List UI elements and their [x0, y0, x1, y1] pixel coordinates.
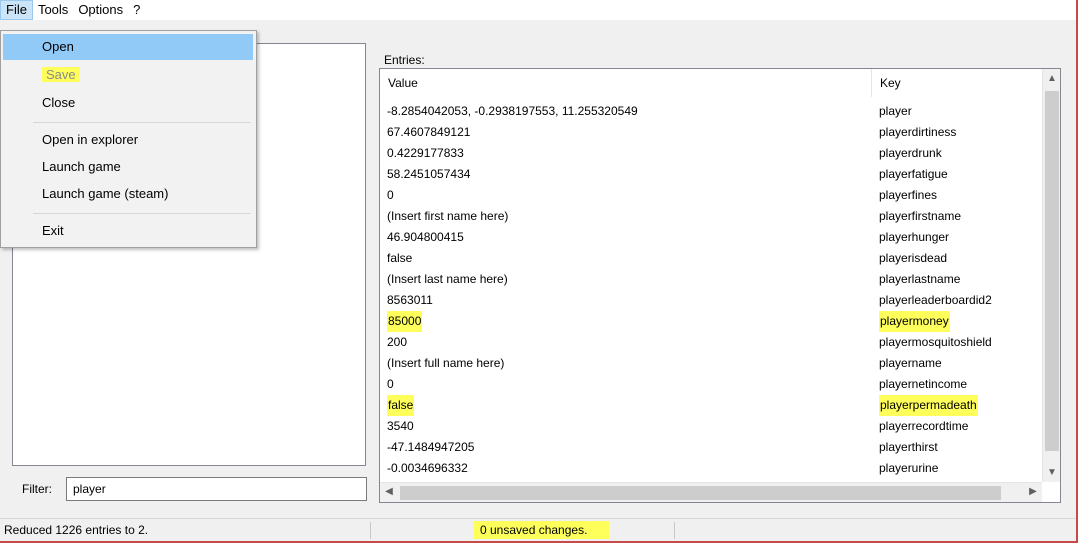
value-cell[interactable]: -8.2854042053, -0.2938197553, 11.2553205… [387, 101, 638, 122]
scroll-left-icon[interactable]: ◀ [380, 486, 398, 497]
value-cell[interactable]: 0 [387, 185, 394, 206]
key-cell[interactable]: player [879, 101, 912, 122]
menu-help[interactable]: ? [128, 0, 145, 20]
value-cell[interactable]: 200 [387, 332, 407, 353]
table-row[interactable]: -0.0034696332 playerurine [380, 458, 1042, 479]
menu-item-exit[interactable]: Exit [3, 218, 253, 244]
value-cell[interactable]: (Insert full name here) [387, 353, 504, 374]
key-cell[interactable]: playerdrunk [879, 143, 942, 164]
key-cell[interactable]: playerfirstname [879, 206, 961, 227]
vertical-scroll-thumb[interactable] [1045, 91, 1059, 451]
value-cell[interactable]: false [387, 395, 415, 416]
key-cell[interactable]: playername [879, 353, 942, 374]
entries-label: Entries: [384, 53, 425, 67]
horizontal-scrollbar[interactable]: ◀ ▶ [380, 482, 1042, 502]
key-cell[interactable]: playerhunger [879, 227, 949, 248]
menu-separator [33, 122, 251, 123]
table-row[interactable]: 8563011 playerleaderboardid2 [380, 290, 1042, 311]
menu-item-open-in-explorer[interactable]: Open in explorer [3, 127, 253, 153]
menu-separator [33, 213, 251, 214]
value-cell[interactable]: 85000 [387, 311, 423, 332]
menu-bar: File Tools Options ? [0, 0, 1076, 20]
key-cell[interactable]: playerisdead [879, 248, 947, 269]
key-cell[interactable]: playerpermadeath [879, 395, 978, 416]
table-row[interactable]: (Insert first name here) playerfirstname [380, 206, 1042, 227]
value-cell[interactable]: 67.4607849121 [387, 122, 470, 143]
menu-item-save-label: Save [42, 67, 80, 82]
key-cell[interactable]: playerlastname [879, 269, 960, 290]
value-cell[interactable]: false [387, 248, 412, 269]
entries-rows: -8.2854042053, -0.2938197553, 11.2553205… [380, 101, 1042, 479]
key-cell[interactable]: playerleaderboardid2 [879, 290, 992, 311]
menu-item-close[interactable]: Close [3, 90, 253, 116]
key-cell[interactable]: playernetincome [879, 374, 967, 395]
key-cell[interactable]: playerfines [879, 185, 937, 206]
menu-tools[interactable]: Tools [33, 0, 73, 20]
table-row[interactable]: 0.4229177833 playerdrunk [380, 143, 1042, 164]
status-unsaved-changes: 0 unsaved changes. [474, 521, 610, 539]
table-row[interactable]: 58.2451057434 playerfatigue [380, 164, 1042, 185]
scroll-up-icon[interactable]: ▲ [1043, 73, 1060, 84]
value-cell[interactable]: 0.4229177833 [387, 143, 464, 164]
value-cell[interactable]: -47.1484947205 [387, 437, 474, 458]
table-row[interactable]: -47.1484947205 playerthirst [380, 437, 1042, 458]
menu-item-open[interactable]: Open [3, 34, 253, 60]
table-row[interactable]: (Insert last name here) playerlastname [380, 269, 1042, 290]
status-bar: Reduced 1226 entries to 2. 0 unsaved cha… [0, 518, 1076, 541]
key-cell[interactable]: playermoney [879, 311, 950, 332]
table-row[interactable]: 67.4607849121 playerdirtiness [380, 122, 1042, 143]
table-row[interactable]: 200 playermosquitoshield [380, 332, 1042, 353]
menu-item-launch-game[interactable]: Launch game [3, 154, 253, 180]
menu-item-save[interactable]: Save [3, 62, 253, 88]
table-row[interactable]: false playerpermadeath [380, 395, 1042, 416]
key-cell[interactable]: playerthirst [879, 437, 938, 458]
value-cell[interactable]: 46.904800415 [387, 227, 464, 248]
status-divider [674, 522, 675, 539]
key-cell[interactable]: playerurine [879, 458, 938, 479]
table-row[interactable]: (Insert full name here) playername [380, 353, 1042, 374]
table-row[interactable]: 3540 playerrecordtime [380, 416, 1042, 437]
menu-file[interactable]: File [0, 0, 33, 20]
entries-table: Value Key -8.2854042053, -0.2938197553, … [379, 68, 1061, 503]
table-row[interactable]: 85000 playermoney [380, 311, 1042, 332]
table-row[interactable]: 0 playerfines [380, 185, 1042, 206]
value-cell[interactable]: 58.2451057434 [387, 164, 470, 185]
table-row[interactable]: false playerisdead [380, 248, 1042, 269]
vertical-scrollbar[interactable]: ▲ ▼ [1042, 69, 1060, 482]
value-cell[interactable]: 0 [387, 374, 394, 395]
menu-item-launch-game-steam[interactable]: Launch game (steam) [3, 181, 253, 207]
table-row[interactable]: -8.2854042053, -0.2938197553, 11.2553205… [380, 101, 1042, 122]
value-cell[interactable]: (Insert first name here) [387, 206, 508, 227]
status-divider [370, 522, 371, 539]
horizontal-scroll-thumb[interactable] [400, 486, 1001, 500]
column-header-key[interactable]: Key [872, 69, 1042, 97]
status-entries-count: Reduced 1226 entries to 2. [4, 523, 149, 537]
scroll-right-icon[interactable]: ▶ [1024, 486, 1042, 497]
file-menu-dropdown: Open Save Close Open in explorer Launch … [0, 30, 257, 248]
key-cell[interactable]: playerfatigue [879, 164, 948, 185]
column-header-value[interactable]: Value [380, 69, 872, 97]
value-cell[interactable]: (Insert last name here) [387, 269, 508, 290]
menu-options[interactable]: Options [73, 0, 128, 20]
key-cell[interactable]: playermosquitoshield [879, 332, 992, 353]
table-row[interactable]: 46.904800415 playerhunger [380, 227, 1042, 248]
filter-label: Filter: [22, 482, 52, 496]
value-cell[interactable]: 8563011 [387, 290, 433, 311]
value-cell[interactable]: -0.0034696332 [387, 458, 468, 479]
filter-input[interactable] [66, 477, 367, 501]
scroll-down-icon[interactable]: ▼ [1043, 467, 1060, 478]
key-cell[interactable]: playerdirtiness [879, 122, 956, 143]
table-row[interactable]: 0 playernetincome [380, 374, 1042, 395]
value-cell[interactable]: 3540 [387, 416, 414, 437]
key-cell[interactable]: playerrecordtime [879, 416, 968, 437]
